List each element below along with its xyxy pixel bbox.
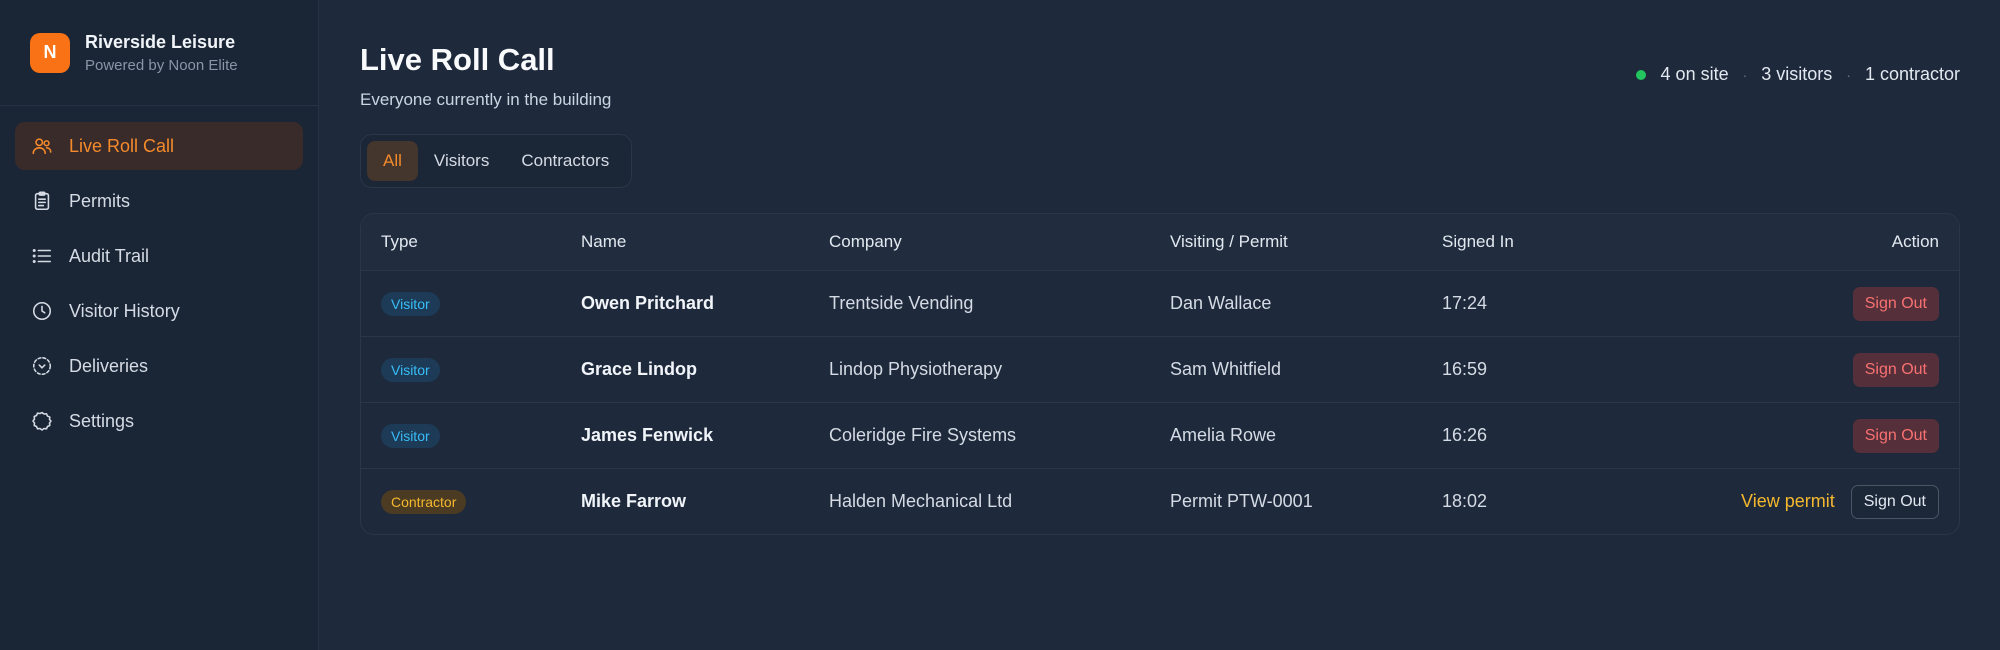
main-content: Live Roll Call Everyone currently in the… xyxy=(319,0,2000,650)
sign-out-button[interactable]: Sign Out xyxy=(1852,418,1939,453)
sidebar-nav: Live Roll Call Permits Audit Trail Visit… xyxy=(0,106,318,468)
page-subtitle: Everyone currently in the building xyxy=(360,90,612,109)
sidebar-item-deliveries[interactable]: Deliveries xyxy=(15,342,303,390)
person-name: James Fenwick xyxy=(581,425,714,445)
table-row: Visitor Grace Lindop Lindop Physiotherap… xyxy=(361,336,1959,402)
signed-in-time: 16:26 xyxy=(1442,425,1488,445)
company-name: Lindop Physiotherapy xyxy=(829,359,1003,379)
tab-visitors[interactable]: Visitors xyxy=(418,141,505,181)
tab-contractors[interactable]: Contractors xyxy=(505,141,625,181)
permit-reference: Permit PTW-0001 xyxy=(1170,491,1313,511)
company-name: Halden Mechanical Ltd xyxy=(829,491,1013,511)
sidebar-item-visitor-history[interactable]: Visitor History xyxy=(15,287,303,335)
sidebar-item-label: Visitor History xyxy=(69,300,180,321)
visiting-host: Amelia Rowe xyxy=(1170,425,1277,445)
type-badge: Visitor xyxy=(381,423,440,448)
signed-in-time: 16:59 xyxy=(1442,359,1488,379)
signed-in-time: 17:24 xyxy=(1442,293,1488,313)
sign-out-button[interactable]: Sign Out xyxy=(1850,484,1939,519)
on-site-count: 4 on site xyxy=(1660,64,1729,84)
visiting-host: Dan Wallace xyxy=(1170,293,1272,313)
status-dot-icon xyxy=(1635,69,1646,80)
column-header-visiting[interactable]: Visiting / Permit xyxy=(1170,232,1442,252)
package-icon xyxy=(31,355,53,377)
visitors-count: 3 visitors xyxy=(1761,64,1833,84)
tab-all[interactable]: All xyxy=(367,141,418,181)
view-permit-link[interactable]: View permit xyxy=(1741,491,1835,512)
users-icon xyxy=(31,135,53,157)
sidebar-item-permits[interactable]: Permits xyxy=(15,177,303,225)
person-name: Owen Pritchard xyxy=(581,293,715,313)
table-row: Visitor James Fenwick Coleridge Fire Sys… xyxy=(361,402,1959,468)
roll-call-table: Type Name Company Visiting / Permit Sign… xyxy=(360,213,1960,535)
sign-out-button[interactable]: Sign Out xyxy=(1852,352,1939,387)
table-header-row: Type Name Company Visiting / Permit Sign… xyxy=(361,214,1959,270)
type-badge: Visitor xyxy=(381,291,440,316)
brand-logo[interactable]: N xyxy=(30,32,70,73)
sidebar-item-label: Live Roll Call xyxy=(69,135,175,156)
column-header-company[interactable]: Company xyxy=(829,232,1170,252)
signed-in-time: 18:02 xyxy=(1442,491,1488,511)
person-name: Mike Farrow xyxy=(581,491,687,511)
brand-subtitle: Powered by Noon Elite xyxy=(85,56,238,74)
type-badge: Visitor xyxy=(381,357,440,382)
company-name: Trentside Vending xyxy=(829,293,974,313)
separator-dot: · xyxy=(1846,66,1851,83)
clipboard-icon xyxy=(31,190,53,212)
sidebar: N Riverside Leisure Powered by Noon Elit… xyxy=(0,0,319,650)
sidebar-item-live-roll-call[interactable]: Live Roll Call xyxy=(15,122,303,170)
type-badge: Contractor xyxy=(381,489,467,514)
column-header-name[interactable]: Name xyxy=(581,232,829,252)
table-row: Visitor Owen Pritchard Trentside Vending… xyxy=(361,270,1959,336)
table-row: Contractor Mike Farrow Halden Mechanical… xyxy=(361,468,1959,534)
sidebar-item-label: Settings xyxy=(69,410,135,431)
visiting-host: Sam Whitfield xyxy=(1170,359,1282,379)
column-header-type[interactable]: Type xyxy=(381,232,581,252)
separator-dot: · xyxy=(1742,66,1748,83)
person-name: Grace Lindop xyxy=(581,359,698,379)
brand-header: N Riverside Leisure Powered by Noon Elit… xyxy=(0,0,318,106)
occupancy-stats: 4 on site · 3 visitors · 1 contractor xyxy=(1635,64,1960,85)
contractors-count: 1 contractor xyxy=(1864,64,1960,84)
sidebar-item-label: Permits xyxy=(69,190,131,211)
column-header-signed-in[interactable]: Signed In xyxy=(1442,232,1642,252)
sidebar-item-audit-trail[interactable]: Audit Trail xyxy=(15,232,303,280)
list-icon xyxy=(31,245,53,267)
company-name: Coleridge Fire Systems xyxy=(829,425,1017,445)
gear-icon xyxy=(31,410,53,432)
column-header-action: Action xyxy=(1891,232,1939,251)
sidebar-item-settings[interactable]: Settings xyxy=(15,397,303,445)
brand-name: Riverside Leisure xyxy=(85,31,236,52)
clock-icon xyxy=(31,300,53,322)
filter-tabs: All Visitors Contractors xyxy=(360,134,633,188)
sidebar-item-label: Deliveries xyxy=(69,355,149,376)
sign-out-button[interactable]: Sign Out xyxy=(1852,286,1939,321)
sidebar-item-label: Audit Trail xyxy=(69,245,150,266)
